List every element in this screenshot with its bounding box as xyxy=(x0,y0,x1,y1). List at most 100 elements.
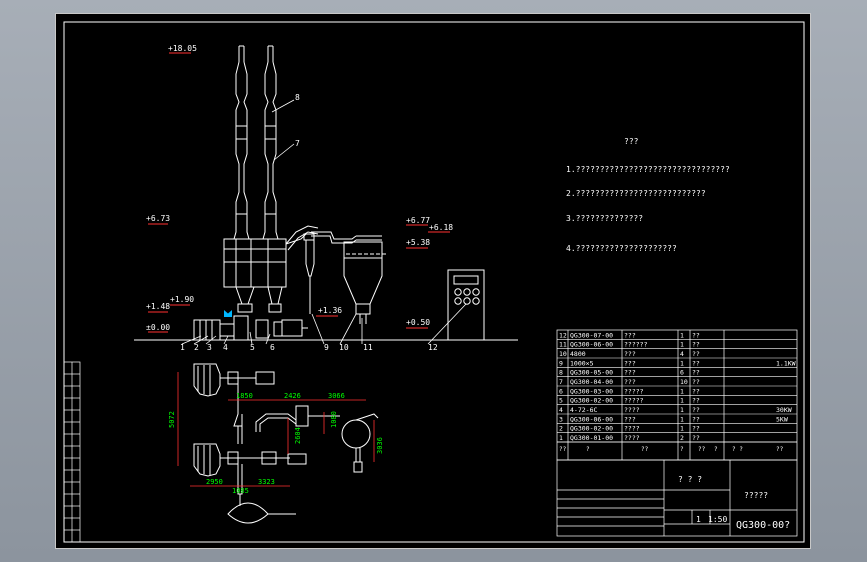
company-name: ? ? ? xyxy=(678,475,702,484)
parts-cell-code: QG300-02-00 xyxy=(570,425,613,433)
elev-136: +1.36 xyxy=(318,306,342,315)
left-side-table xyxy=(63,361,81,543)
parts-cell-no: 9 xyxy=(559,359,563,367)
parts-cell-mat: ?? xyxy=(692,434,700,442)
drawing-sheet: +18.05 +6.73 +6.77 +6.18 +5.38 +1.90 +1.… xyxy=(55,13,811,549)
parts-cell-note: 1.1KW xyxy=(776,359,796,367)
parts-cell-no: 6 xyxy=(559,387,563,395)
parts-cell-name: ????? xyxy=(624,397,644,405)
parts-cell-name: ??? xyxy=(624,378,636,386)
parts-cell-name: ?????? xyxy=(624,341,648,349)
parts-cell-qty: 1 xyxy=(680,341,684,349)
parts-cell-code: QG300-06-00 xyxy=(570,415,613,423)
separator-cyclone xyxy=(343,241,386,324)
balloon-9: 9 xyxy=(324,343,329,352)
parts-cell-qty: 1 xyxy=(680,387,684,395)
parts-header-unit: ? xyxy=(714,446,718,453)
parts-cell-mat: ?? xyxy=(692,341,700,349)
drying-tower-right xyxy=(262,45,279,240)
parts-cell-mat: ?? xyxy=(692,397,700,405)
dim-1085: 1085 xyxy=(232,487,249,495)
dim-1080: 1080 xyxy=(330,411,338,428)
parts-cell-name: ???? xyxy=(624,425,640,433)
sheet-number: 1 xyxy=(696,515,701,524)
parts-cell-qty: 1 xyxy=(680,359,684,367)
plan-dimension-lines xyxy=(177,372,375,487)
parts-cell-code: QG300-02-00 xyxy=(570,397,613,405)
balloon-12: 12 xyxy=(428,343,438,352)
parts-cell-name: ??? xyxy=(624,369,636,377)
parts-cell-no: 2 xyxy=(559,425,563,433)
elev-000: ±0.00 xyxy=(146,323,170,332)
parts-header-mat: ?? xyxy=(698,446,706,453)
technical-notes: ??? 1.???????????????????????????????? 2… xyxy=(566,137,730,253)
parts-header-weight: ? ? xyxy=(732,446,743,453)
feeder-assembly xyxy=(193,233,308,341)
parts-cell-qty: 2 xyxy=(680,434,684,442)
parts-cell-no: 8 xyxy=(559,369,563,377)
parts-cell-code: QG300-04-00 xyxy=(570,378,613,386)
parts-cell-mat: ?? xyxy=(692,359,700,367)
drying-tower-left xyxy=(233,45,250,240)
dim-3066: 3066 xyxy=(328,392,345,400)
parts-cell-mat: ?? xyxy=(692,331,700,339)
elev-673: +6.73 xyxy=(146,214,170,223)
parts-cell-mat: ?? xyxy=(692,415,700,423)
parts-cell-no: 7 xyxy=(559,378,563,386)
parts-cell-mat: ?? xyxy=(692,350,700,358)
parts-cell-note: 30KW xyxy=(776,406,792,414)
elev-618: +6.18 xyxy=(429,223,453,232)
valve-icon xyxy=(224,310,232,317)
parts-cell-mat: ?? xyxy=(692,406,700,414)
parts-header-name: ?? xyxy=(641,446,649,453)
parts-cell-no: 5 xyxy=(559,397,563,405)
parts-cell-mat: ?? xyxy=(692,378,700,386)
parts-cell-qty: 1 xyxy=(680,425,684,433)
dim-5072: 5072 xyxy=(168,411,176,428)
note-1: 1.???????????????????????????????? xyxy=(566,165,730,174)
parts-cell-qty: 1 xyxy=(680,406,684,414)
note-3: 3.?????????????? xyxy=(566,214,643,223)
parts-cell-name: ????? xyxy=(624,387,644,395)
parts-cell-note: 5KW xyxy=(776,415,788,423)
elev-top: +18.05 xyxy=(168,44,197,53)
parts-cell-no: 11 xyxy=(559,341,567,349)
parts-cell-qty: 1 xyxy=(680,415,684,423)
parts-cell-no: 4 xyxy=(559,406,563,414)
parts-cell-name: ??? xyxy=(624,359,636,367)
dim-2604: 2604 xyxy=(294,427,302,444)
dim-3323: 3323 xyxy=(258,478,275,486)
parts-cell-no: 10 xyxy=(559,350,567,358)
balloon-6: 6 xyxy=(270,343,275,352)
parts-header-qty: ? xyxy=(680,446,684,453)
note-2: 2.??????????????????????????? xyxy=(566,189,706,198)
parts-cell-name: ???? xyxy=(624,434,640,442)
parts-cell-qty: 10 xyxy=(680,378,688,386)
parts-cell-no: 3 xyxy=(559,415,563,423)
parts-cell-no: 12 xyxy=(559,331,567,339)
control-cabinet xyxy=(447,269,485,341)
elev-190: +1.90 xyxy=(170,295,194,304)
cad-viewport: +18.05 +6.73 +6.77 +6.18 +5.38 +1.90 +1.… xyxy=(0,0,867,562)
balloon-11: 11 xyxy=(363,343,373,352)
parts-header-note: ?? xyxy=(776,446,784,453)
balloon-8: 8 xyxy=(295,93,300,102)
drawing-canvas: +18.05 +6.73 +6.77 +6.18 +5.38 +1.90 +1.… xyxy=(63,21,805,543)
notes-heading: ??? xyxy=(624,137,639,146)
parts-cell-mat: ?? xyxy=(692,387,700,395)
plan-view xyxy=(193,363,379,524)
balloon-7: 7 xyxy=(295,139,300,148)
dim-2950: 2950 xyxy=(206,478,223,486)
parts-header-no: ?? xyxy=(559,446,567,453)
parts-cell-code: QG300-05-00 xyxy=(570,369,613,377)
parts-list: 12 QG300-07-00??? 1 ??11 QG300-06-00?????? 1?… xyxy=(557,331,797,443)
parts-cell-mat: ?? xyxy=(692,369,700,377)
elev-050: +0.50 xyxy=(406,318,430,327)
parts-cell-no: 1 xyxy=(559,434,563,442)
inner-border xyxy=(63,21,805,543)
dim-3036: 3036 xyxy=(376,437,384,454)
balloon-2: 2 xyxy=(194,343,199,352)
duct-to-cyclone xyxy=(285,225,382,251)
dim-1850: 1850 xyxy=(236,392,253,400)
parts-cell-qty: 6 xyxy=(680,369,684,377)
